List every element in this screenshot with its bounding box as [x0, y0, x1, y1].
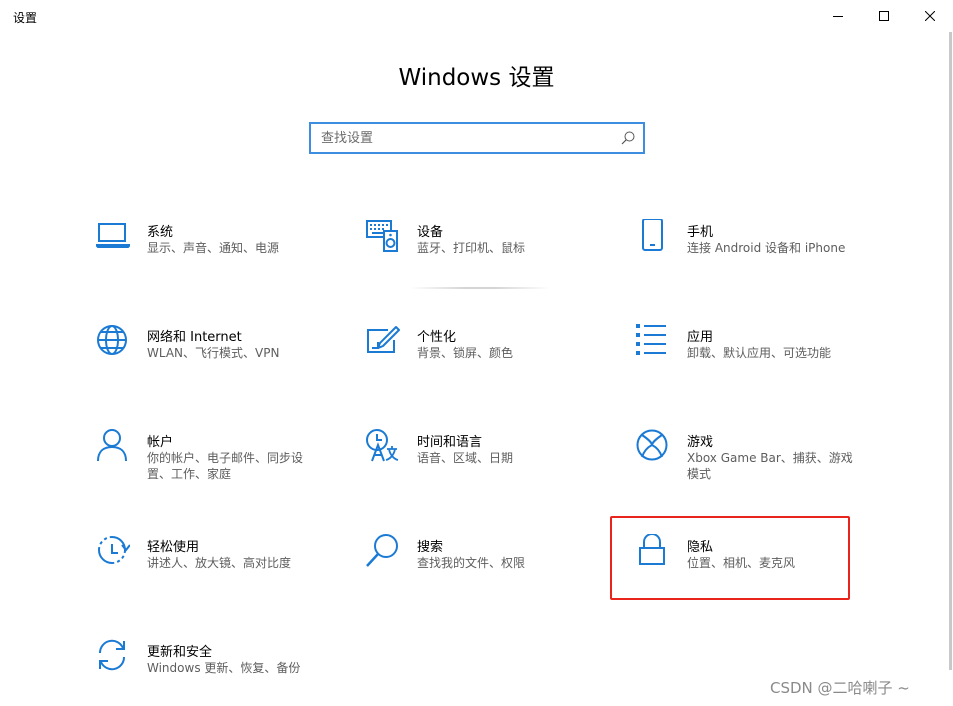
watermark: CSDN @二哈喇子 ~: [770, 679, 910, 697]
tile-description: 卸载、默认应用、可选功能: [687, 346, 832, 360]
tile-title: 手机: [687, 225, 714, 240]
minimize-button[interactable]: [815, 0, 861, 32]
tile-description: 语音、区域、日期: [417, 451, 514, 465]
tile-title: 网络和 Internet: [147, 330, 242, 345]
tile-description: 查找我的文件、权限: [417, 556, 526, 570]
page-title: Windows 设置: [398, 65, 555, 91]
keyboard-speaker-icon: [366, 220, 398, 252]
time-language-icon: [366, 429, 399, 462]
tile-personalization[interactable]: 个性化 背景、锁屏、颜色: [366, 324, 616, 404]
scrollbar[interactable]: [949, 32, 952, 670]
search-box[interactable]: [309, 122, 645, 154]
tile-description: WLAN、飞行模式、VPN: [147, 346, 280, 360]
paint-icon: [367, 326, 400, 353]
privacy-highlight-box: [610, 516, 850, 600]
tile-title: 设备: [417, 225, 444, 240]
tile-title: 轻松使用: [147, 540, 200, 555]
list-icon: [636, 324, 666, 355]
close-icon: [925, 11, 935, 21]
tile-description: 背景、锁屏、颜色: [417, 346, 514, 360]
tile-description: Xbox Game Bar、捕获、游戏模式: [687, 451, 853, 481]
tile-description: 你的帐户、电子邮件、同步设置、工作、家庭: [147, 451, 304, 481]
globe-icon: [97, 325, 127, 355]
sync-icon: [98, 639, 126, 671]
tile-time-language[interactable]: 时间和语言 语音、区域、日期: [366, 429, 616, 509]
close-button[interactable]: [907, 0, 953, 32]
xbox-icon: [636, 429, 668, 461]
tile-description: Windows 更新、恢复、备份: [147, 661, 301, 675]
tile-title: 系统: [147, 225, 174, 240]
person-icon: [97, 429, 127, 462]
tile-phone[interactable]: 手机 连接 Android 设备和 iPhone: [636, 219, 886, 299]
minimize-icon: [833, 16, 843, 17]
tile-title: 时间和语言: [417, 435, 483, 450]
tile-gaming[interactable]: 游戏 Xbox Game Bar、捕获、游戏模式: [636, 429, 886, 509]
maximize-icon: [879, 11, 889, 21]
tile-description: 蓝牙、打印机、鼠标: [417, 241, 526, 255]
tile-apps[interactable]: 应用 卸载、默认应用、可选功能: [636, 324, 886, 404]
ease-of-access-icon: [98, 536, 130, 564]
tile-ease-of-access[interactable]: 轻松使用 讲述人、放大镜、高对比度: [96, 534, 346, 614]
phone-icon: [642, 219, 663, 251]
laptop-icon: [96, 223, 130, 248]
tile-system[interactable]: 系统 显示、声音、通知、电源: [96, 219, 346, 299]
search-input[interactable]: [311, 124, 611, 152]
tile-description: 讲述人、放大镜、高对比度: [147, 556, 292, 570]
tile-search[interactable]: 搜索 查找我的文件、权限: [366, 534, 616, 614]
tile-title: 帐户: [147, 435, 174, 450]
window-title: 设置: [13, 11, 38, 25]
title-bar: 设置: [0, 0, 953, 32]
divider: [410, 287, 550, 289]
tile-network[interactable]: 网络和 Internet WLAN、飞行模式、VPN: [96, 324, 346, 404]
tile-accounts[interactable]: 帐户 你的帐户、电子邮件、同步设置、工作、家庭: [96, 429, 346, 509]
magnifier-icon: [366, 534, 398, 567]
tile-title: 更新和安全: [147, 645, 213, 660]
tile-title: 搜索: [417, 540, 444, 555]
search-icon[interactable]: [621, 131, 635, 145]
tile-title: 个性化: [417, 330, 457, 345]
tile-title: 游戏: [687, 435, 714, 450]
settings-window: 设置 Windows 设置 系统 显示、声音、通知、电源: [0, 0, 953, 706]
tile-update-security[interactable]: 更新和安全 Windows 更新、恢复、备份: [96, 639, 346, 706]
tile-description: 连接 Android 设备和 iPhone: [687, 241, 846, 255]
maximize-button[interactable]: [861, 0, 907, 32]
tile-description: 显示、声音、通知、电源: [147, 241, 280, 255]
tile-title: 应用: [687, 330, 714, 345]
